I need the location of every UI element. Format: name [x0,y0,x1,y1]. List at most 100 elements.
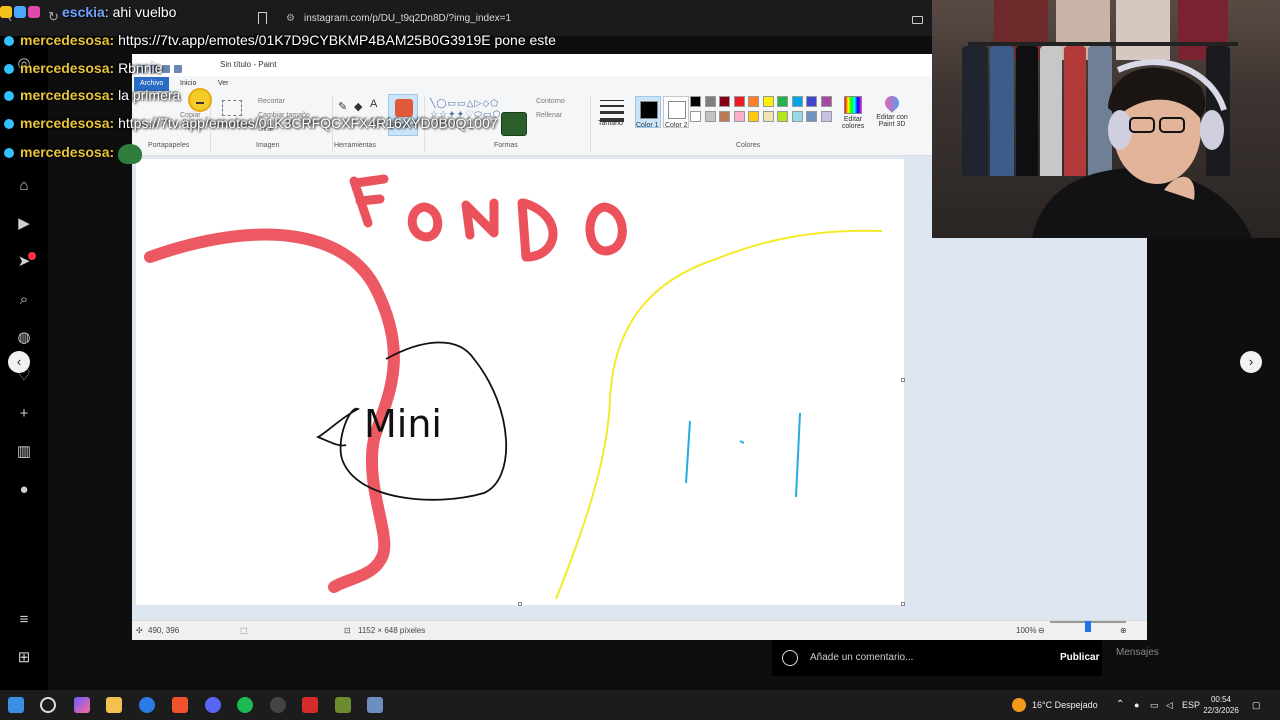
palette-swatch[interactable] [748,96,759,107]
chat-text: https://7tv.app/emotes/01K7D9CYBKMP4BAM2… [118,32,556,48]
chat-message: mercedesosa: [0,144,114,166]
search-icon[interactable]: ⌕ [14,290,34,310]
palette-swatch[interactable] [762,96,774,107]
canvas-resize-handle-bottom[interactable] [518,602,522,606]
cast-icon[interactable] [912,16,923,24]
image-group-label: Imagen [256,142,280,149]
paint3d-button[interactable]: Editar con Paint 3D [872,93,912,136]
explore-icon[interactable]: ◍ [14,328,34,348]
comment-input[interactable]: Añade un comentario... [810,640,913,676]
network-icon[interactable]: ▭ [1150,690,1159,720]
palette-swatch[interactable] [820,96,832,107]
chat-message: mercedesosa: la primera [0,87,180,109]
clock-date: 22/3/2026 [1203,706,1239,715]
palette-swatch[interactable] [791,96,803,107]
palette-swatch[interactable] [762,111,774,122]
reels-icon[interactable]: ▶ [14,214,34,234]
zoom-out-icon[interactable]: ⊖ [1038,621,1045,641]
edit-colors-icon [844,96,862,114]
size-label: Tamaño [598,120,623,127]
palette-swatch[interactable] [820,111,832,122]
more-apps-icon[interactable]: ⊞ [14,648,34,668]
create-icon[interactable]: + [14,404,34,424]
pencil-icon[interactable]: ✎ [338,100,347,113]
profile-avatar-icon[interactable]: ● [14,480,34,500]
palette-swatch[interactable] [704,111,716,122]
palette-swatch[interactable] [719,111,730,122]
color2-label: Color 2 [665,122,688,129]
canvas-resize-handle-right[interactable] [901,378,905,382]
chat-dot-icon [4,91,14,101]
messages-button[interactable]: Mensajes [1102,640,1242,666]
drawing-canvas[interactable]: Mini [136,159,905,606]
text-icon[interactable]: A [370,98,377,110]
volume-icon[interactable]: ◁ [1166,690,1173,720]
weather-text[interactable]: 16°C Despejado [1032,690,1098,720]
copilot-icon[interactable] [74,697,90,713]
address-bar[interactable]: ⚙ instagram.com/p/DU_t9q2Dn8D/?img_index… [278,8,928,30]
zoom-slider-thumb[interactable] [1085,621,1091,632]
zoom-in-icon[interactable]: ⊕ [1120,621,1127,641]
palette-swatch[interactable] [806,96,817,107]
palette-swatch[interactable] [748,111,759,122]
select-icon[interactable] [222,100,242,116]
chat-text: Rbnnie [118,60,163,76]
image-dimensions: 1152 × 648 píxeles [358,626,426,635]
chat-username: mercedesosa: [20,144,115,160]
obs-icon[interactable] [270,697,286,713]
clock[interactable]: 00:54 22/3/2026 [1196,694,1246,716]
chat-dot-icon [4,36,14,46]
fill-shape-button[interactable]: Rellenar [536,112,562,119]
tray-chevron-icon[interactable]: ⌃ [1116,690,1124,720]
microphone-icon[interactable]: ● [1134,690,1139,720]
chat-username: mercedesosa: [20,87,115,103]
paint3d-icon [882,93,902,113]
palette-swatch[interactable] [733,96,745,107]
file-explorer-icon[interactable] [106,697,122,713]
chat-text: la primera [118,87,181,103]
palette-swatch[interactable] [777,111,788,122]
tab-view[interactable]: Ver [212,77,235,91]
publish-button[interactable]: Publicar [1060,640,1099,676]
dashboard-icon[interactable]: ▥ [14,442,34,462]
menu-icon[interactable]: ≡ [14,610,34,630]
voice-app-icon[interactable] [302,697,318,713]
palette-swatch[interactable] [806,111,817,122]
edit-colors-button[interactable]: Editar colores [838,96,868,136]
search-icon[interactable] [40,697,56,713]
carousel-prev-button[interactable]: ‹ [8,351,30,373]
palette-swatch[interactable] [704,96,716,107]
url-text: instagram.com/p/DU_t9q2Dn8D/?img_index=1 [304,13,512,24]
palette-swatch[interactable] [719,96,730,107]
chat-text: https://7tv.app/emotes/01K3CRFQCXFX4R16X… [118,115,498,131]
neutral-face-emote-icon [188,88,212,112]
palette-swatch[interactable] [733,111,745,122]
home-icon[interactable]: ⌂ [14,176,34,196]
color-palette[interactable] [690,96,838,134]
size-button[interactable] [596,96,628,140]
app-icon[interactable] [335,697,351,713]
emoji-icon[interactable] [782,650,798,666]
notifications-icon[interactable]: ▢ [1252,690,1261,720]
palette-swatch[interactable] [791,111,803,122]
palette-swatch[interactable] [690,111,701,122]
canvas-resize-handle-corner[interactable] [901,602,905,606]
paint-taskbar-icon[interactable] [367,697,383,713]
chat-message: mercedesosa: https://7tv.app/emotes/01K7… [0,32,556,54]
palette-swatch[interactable] [690,96,701,107]
bookmark-icon[interactable] [258,12,267,24]
chrome-icon[interactable] [139,697,155,713]
start-windows-icon[interactable] [8,697,24,713]
palette-swatch[interactable] [777,96,788,107]
badge-icon [0,6,12,18]
discord-icon[interactable] [205,697,221,713]
outline-button[interactable]: Contorno [536,98,565,105]
fill-icon[interactable]: ◆ [354,100,362,113]
spotify-icon[interactable] [237,697,253,713]
carousel-next-button[interactable]: › [1240,351,1262,373]
brave-icon[interactable] [172,697,188,713]
crop-button[interactable]: Recortar [258,98,285,105]
selection-icon: ⬚ [240,626,248,635]
site-info-icon[interactable]: ⚙ [286,8,295,30]
cursor-icon: ✣ [136,626,143,635]
